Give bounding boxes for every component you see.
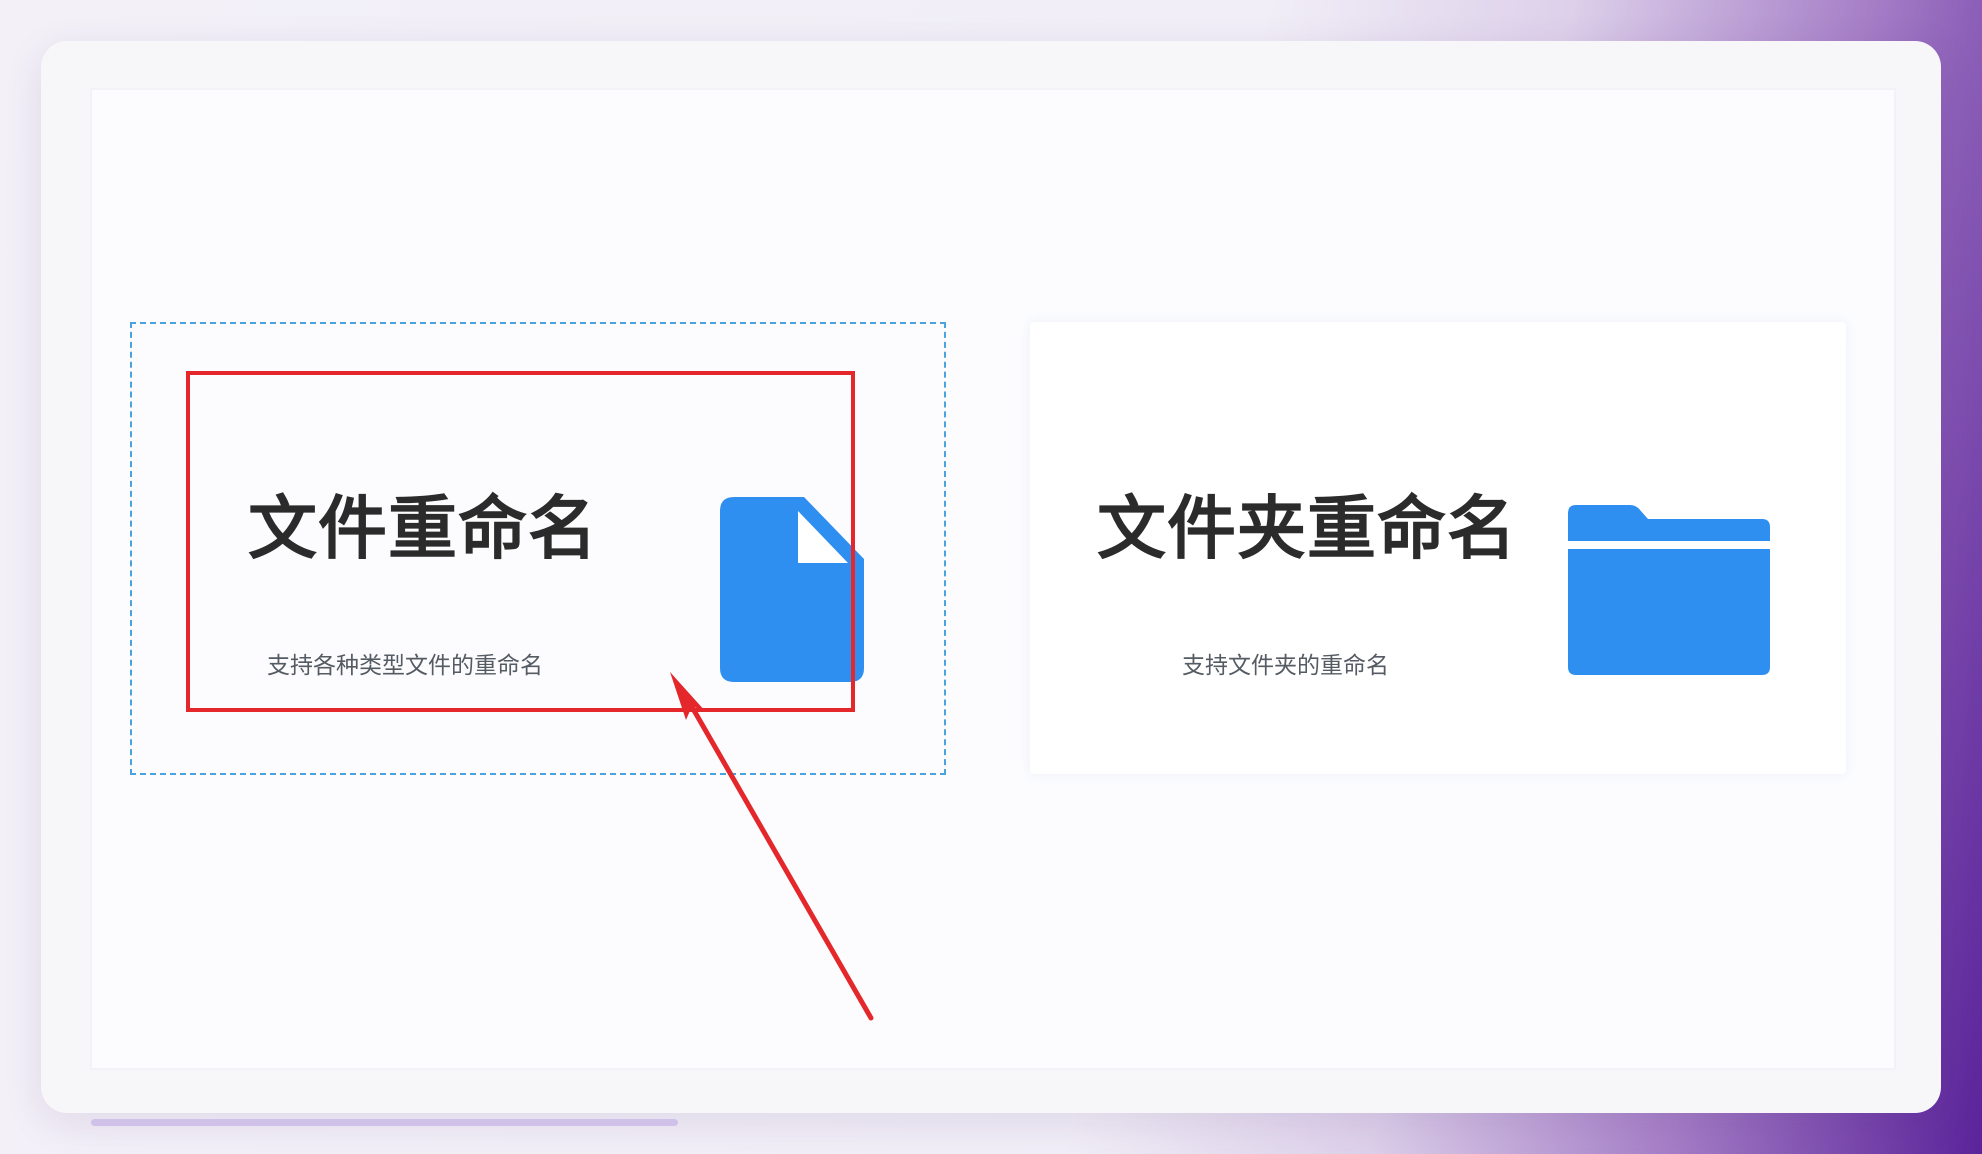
scrollbar-thumb[interactable]	[91, 1119, 678, 1126]
folder-rename-title: 文件夹重命名	[1097, 489, 1517, 569]
folder-icon	[1568, 505, 1770, 675]
folder-rename-card[interactable]: 文件夹重命名 支持文件夹的重命名	[1030, 322, 1846, 774]
folder-rename-subtitle: 支持文件夹的重命名	[1182, 653, 1389, 679]
highlight-box	[186, 371, 855, 712]
